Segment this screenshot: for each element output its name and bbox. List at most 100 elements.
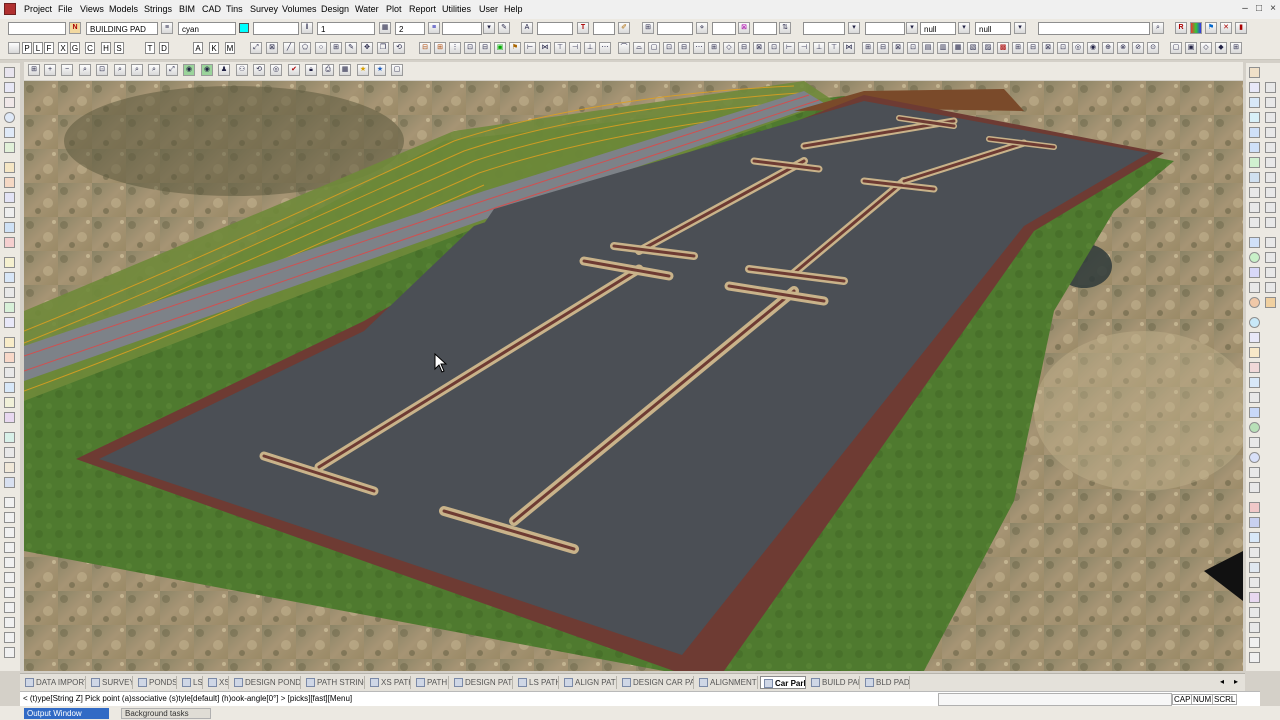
letter-button-g[interactable]: G [70,42,80,54]
tin-tool-l-icon[interactable]: ⊟ [1027,42,1039,54]
menu-help[interactable]: Help [504,4,523,14]
right-tool-34-icon[interactable] [1249,577,1260,588]
command-line[interactable]: < (t)ype[String Z] Pick point (a)ssociat… [20,691,1260,706]
tab-design-car-par[interactable]: DESIGN CAR PAR [619,676,694,689]
tin-tool-r-icon[interactable]: ⊗ [1117,42,1129,54]
toolbar2-blank-icon[interactable] [8,42,20,54]
tin-tool-c-icon[interactable]: ⊠ [892,42,904,54]
left-tool-plot-icon[interactable] [4,317,15,328]
string-tools-b-icon[interactable]: ⊞ [434,42,446,54]
app-icon[interactable] [4,3,16,15]
text-style-field[interactable] [537,22,573,35]
tin-tool-f-icon[interactable]: ▥ [937,42,949,54]
grid-icon[interactable]: ⊠ [738,22,750,34]
tab-ls-path[interactable]: LS PATH [515,676,559,689]
arc-tool-d-icon[interactable]: ⊡ [663,42,675,54]
right-tool-29-icon[interactable] [1249,502,1260,513]
edit-pen-icon[interactable]: ✎ [345,42,357,54]
left-tool-check-icon[interactable] [4,337,15,348]
3d-viewport[interactable] [24,81,1243,671]
right-tool-b8-icon[interactable] [1265,187,1276,198]
view-pan-icon[interactable]: ⊞ [28,64,40,76]
view-frame-icon[interactable]: ▢ [391,64,403,76]
right-tool-21-icon[interactable] [1249,377,1260,388]
arc-tool-k-icon[interactable]: ⊡ [768,42,780,54]
tab-align-path[interactable]: ALIGN PATH [561,676,617,689]
view-orbit-icon[interactable]: ⟲ [253,64,265,76]
layer-icon[interactable]: ⊞ [642,22,654,34]
string-tools-j-icon[interactable]: ⊤ [554,42,566,54]
left-tool-offset-icon[interactable] [4,207,15,218]
polygon-icon[interactable]: ⬠ [299,42,311,54]
search-field[interactable] [1038,22,1150,35]
left-tool-table-icon[interactable] [4,237,15,248]
letter-button-p[interactable]: P [22,42,32,54]
search-icon[interactable]: ⌕ [1152,22,1164,34]
right-tool-b3-icon[interactable] [1265,112,1276,123]
string-tools-a-icon[interactable]: ⊟ [419,42,431,54]
height-field-a[interactable] [803,22,845,35]
linestyle-field[interactable] [442,22,482,35]
right-tool-b7-icon[interactable] [1265,172,1276,183]
measure-icon[interactable]: ⊞ [330,42,342,54]
right-tool-19-icon[interactable] [1249,347,1260,358]
right-tool-33-icon[interactable] [1249,562,1260,573]
command-input[interactable] [938,693,1172,706]
right-tool-39-icon[interactable] [1249,652,1260,663]
left-tool-doc6-icon[interactable] [4,572,15,583]
right-tool-3-icon[interactable] [1249,97,1260,108]
model-icon[interactable]: N [69,22,81,34]
tin-tool-j-icon[interactable]: ▩ [997,42,1009,54]
tin-tool-n-icon[interactable]: ⊡ [1057,42,1069,54]
right-tool-b5-icon[interactable] [1265,142,1276,153]
left-tool-doc5-icon[interactable] [4,557,15,568]
menu-cad[interactable]: CAD [202,4,221,14]
snap-field[interactable] [712,22,736,35]
left-tool-layers-icon[interactable] [4,382,15,393]
tab-ls[interactable]: LS [179,676,203,689]
menu-views[interactable]: Views [80,4,104,14]
tin-tool-o-icon[interactable]: ◎ [1072,42,1084,54]
string-tools-k-icon[interactable]: ⊣ [569,42,581,54]
left-tool-doc9-icon[interactable] [4,617,15,628]
text-tool-icon[interactable]: T [577,22,589,34]
menu-project[interactable]: Project [24,4,52,14]
right-tool-25-icon[interactable] [1249,437,1260,448]
view-tool-c-icon[interactable]: ◇ [1200,42,1212,54]
palette-icon[interactable] [1190,22,1202,34]
left-tool-flag-icon[interactable] [4,352,15,363]
right-tool-b1-icon[interactable] [1265,82,1276,93]
tab-car-park[interactable]: Car Park [760,676,806,689]
left-tool-move-icon[interactable] [4,272,15,283]
string-tools-d-icon[interactable]: ⊡ [464,42,476,54]
view-zoom-window-icon[interactable]: ⌕ [148,64,160,76]
letter-button-d[interactable]: D [159,42,169,54]
view-zoom-out-icon[interactable]: − [61,64,73,76]
right-tool-9-icon[interactable] [1249,187,1260,198]
right-tool-7-icon[interactable] [1249,157,1260,168]
model-field[interactable]: BUILDING PAD [86,22,158,35]
right-tool-b15-icon[interactable] [1265,297,1276,308]
right-tool-38-icon[interactable] [1249,637,1260,648]
menu-volumes[interactable]: Volumes [282,4,317,14]
view-fit-icon[interactable]: ⊡ [96,64,108,76]
rotate-icon[interactable]: ⟲ [393,42,405,54]
tab-design-ponds[interactable]: DESIGN PONDS [231,676,301,689]
tab-xs[interactable]: XS [205,676,229,689]
arc-tool-j-icon[interactable]: ⊠ [753,42,765,54]
right-tool-b14-icon[interactable] [1265,282,1276,293]
letter-button-x[interactable]: X [58,42,68,54]
arc-tool-m-icon[interactable]: ⊣ [798,42,810,54]
height-dropdown-b-icon[interactable]: ▾ [906,22,918,34]
weight-field[interactable]: 1 [317,22,375,35]
letter-button-s[interactable]: S [114,42,124,54]
left-tool-hatch-icon[interactable] [4,412,15,423]
tab-data-import[interactable]: DATA IMPORT [22,676,86,689]
right-tool-32-icon[interactable] [1249,547,1260,558]
highlighter-icon[interactable]: ✐ [618,22,630,34]
tab-xs-path[interactable]: XS PATH [367,676,411,689]
tin-tool-b-icon[interactable]: ⊟ [877,42,889,54]
tab-design-path[interactable]: DESIGN PATH [451,676,513,689]
zoom-fit-icon[interactable]: ⤢ [250,42,262,54]
letter-button-t[interactable]: T [145,42,155,54]
